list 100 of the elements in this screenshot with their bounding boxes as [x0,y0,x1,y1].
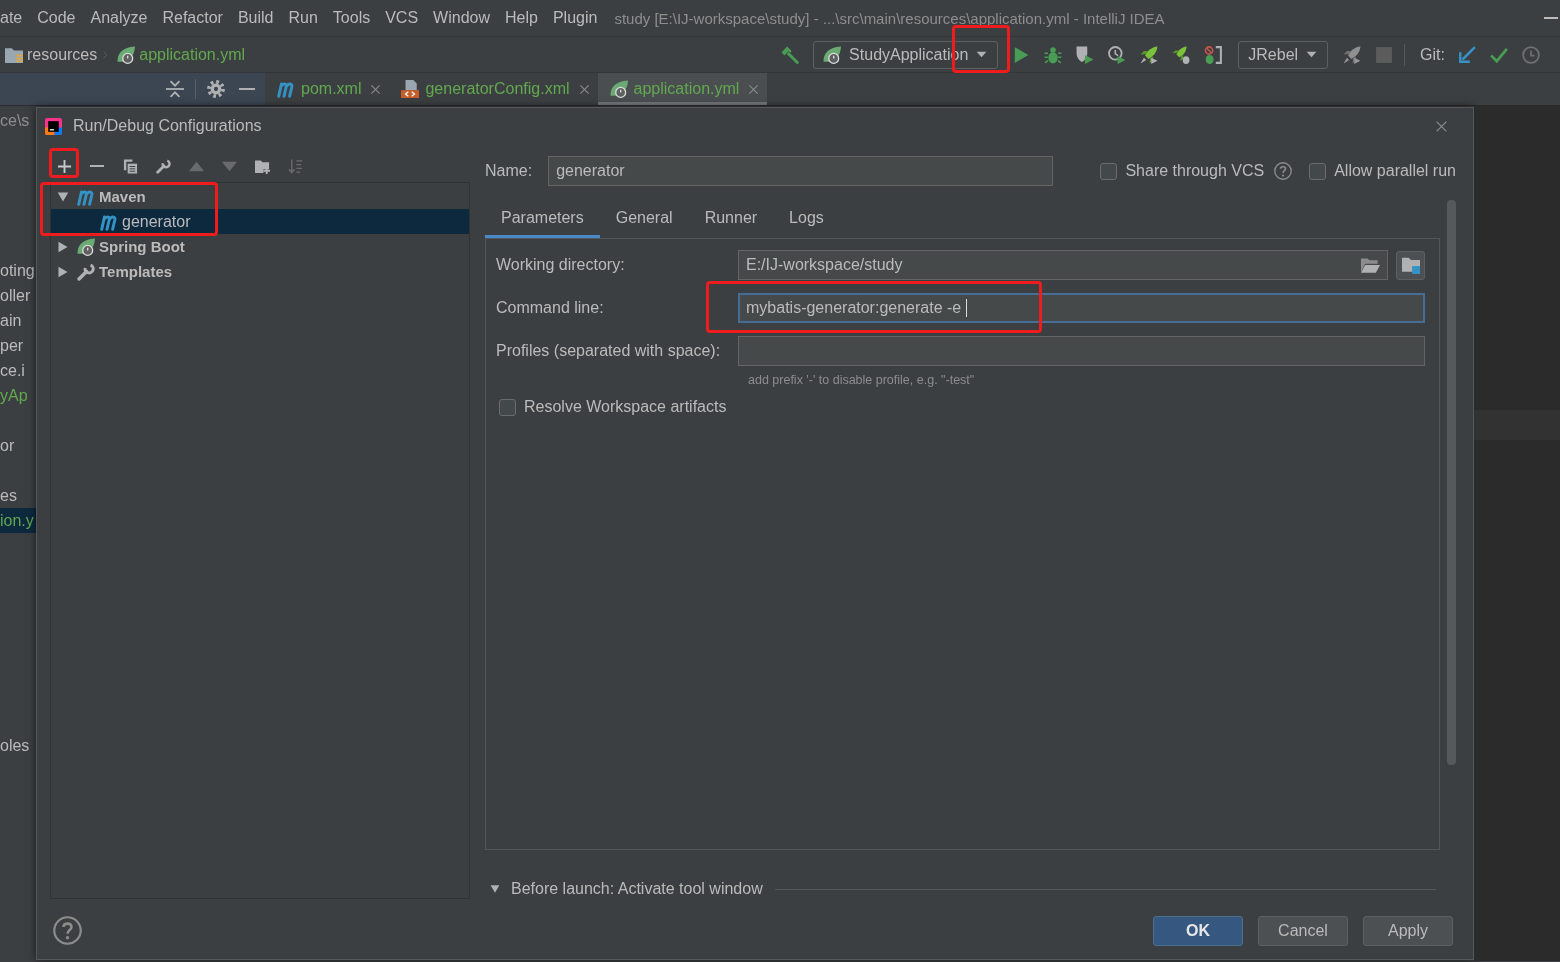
rocket-bug-icon [1172,45,1191,64]
letter-m-icon [100,212,118,231]
menu-item[interactable]: Code [37,8,76,28]
project-tree-row[interactable]: es [0,483,36,508]
field-label: Profiles (separated with space): [496,342,722,360]
tree-item[interactable]: Templates [51,259,469,284]
close-icon[interactable] [1435,119,1448,133]
dialog-button[interactable]: Apply [1363,916,1453,946]
breadcrumb[interactable]: application.yml [117,44,246,65]
menu-item[interactable]: Run [288,8,318,28]
text-field[interactable] [738,336,1425,366]
letter-m-icon [77,187,95,206]
file-name: per [0,336,24,355]
plus-icon [56,158,72,174]
file-name: oles [0,736,30,755]
minus-icon [90,165,104,167]
section-header[interactable]: Before launch: Activate tool window [511,880,763,898]
checkbox[interactable] [499,398,516,416]
close-icon[interactable] [370,83,382,95]
wrench-icon [77,262,95,281]
field-label: Name: [485,162,533,180]
file-name: oller [0,286,31,305]
triangle-right-icon[interactable] [57,240,69,253]
dialog-button[interactable]: OK [1153,916,1243,946]
text-field[interactable]: mybatis-generator:generate -e [738,293,1425,323]
close-icon[interactable] [748,83,760,95]
clock-play-icon [1108,45,1127,64]
dialog-title: Run/Debug Configurations [73,116,262,136]
tab[interactable]: Runner [688,200,774,238]
dialog-button[interactable]: Cancel [1258,916,1348,946]
help-icon[interactable] [1274,162,1293,180]
stop-icon [1375,45,1394,64]
editor-tab[interactable]: application.yml [597,73,768,105]
field-label: Working directory: [496,256,626,274]
leaf-icon [117,45,136,64]
name-field[interactable]: generator [548,156,1054,186]
triangle-right-icon[interactable] [57,265,69,278]
leaf-icon [609,80,628,98]
menu-item[interactable]: ate [0,8,23,28]
menu-item[interactable]: Window [433,8,490,28]
project-tree-row[interactable]: per [0,333,36,358]
bug-icon [1044,45,1063,64]
checkbox[interactable] [1100,162,1118,180]
project-tree-row[interactable]: oller [0,283,36,308]
triangle-down-icon[interactable] [57,190,69,203]
checkbox-label[interactable]: Allow parallel run [1334,162,1456,180]
menu-item[interactable]: Help [505,8,538,28]
window-title: study [E:\IJ-workspace\study] - ...\src\main\resources\application.yml - IntelliJ IDEA [614,9,1165,27]
breadcrumb[interactable]: resources [5,44,98,65]
tab[interactable]: General [599,200,689,238]
folder-plus-icon [254,158,270,174]
editor-tab[interactable]: pom.xml [265,73,390,105]
file-name: ain [0,311,22,330]
menu-item[interactable]: Plugin [552,8,598,28]
file-name: ce.i [0,361,25,380]
text-cursor [966,299,968,317]
check-icon [1490,45,1508,64]
menu-item[interactable]: Build [237,8,274,28]
checkbox-label[interactable]: Share through VCS [1125,162,1265,180]
arrow-down-left-icon [1458,45,1476,64]
scrollbar[interactable] [1447,200,1456,765]
checkbox[interactable] [1309,162,1327,180]
project-tree-row[interactable]: ain [0,308,36,333]
hammer-icon [781,45,800,64]
tab[interactable]: Logs [773,200,840,238]
bug-bracket-icon [1204,45,1223,64]
triangle-down-icon[interactable] [490,884,500,894]
git-label: Git: [1420,44,1445,65]
settings-icon[interactable] [207,80,225,98]
file-name: yAp [0,386,28,405]
shield-play-icon [1076,45,1095,64]
copy-icon [122,158,138,174]
close-icon[interactable] [578,83,590,95]
directory-field[interactable]: E:/IJ-workspace/study [738,250,1388,280]
project-tree-row[interactable]: yAp [0,383,36,408]
help-icon[interactable] [53,916,82,945]
tree-item[interactable]: generator [51,209,469,234]
project-tree-row[interactable]: ce.i [0,358,36,383]
tree-item[interactable]: Maven [51,184,469,209]
leaf-icon [823,45,842,64]
tree-item[interactable]: Spring Boot [51,234,469,259]
menu-item[interactable]: Tools [332,8,371,28]
collapse-all-icon[interactable] [166,80,184,98]
folder-icon[interactable] [1361,255,1380,275]
rocket-icon [1140,45,1159,64]
checkbox-label[interactable]: Resolve Workspace artifacts [524,398,727,416]
plugin-dropdown[interactable]: JRebel [1238,40,1329,69]
tab[interactable]: Parameters [485,200,600,238]
menu-item[interactable]: VCS [385,8,419,28]
letter-m-icon [277,80,295,98]
leaf-icon [77,237,95,256]
rocket-icon [1343,45,1362,64]
editor-tab[interactable]: generatorConfig.xml [389,73,598,105]
menu-item[interactable]: Analyze [90,8,148,28]
wrench-icon [155,158,171,174]
project-tree-row[interactable]: or [0,433,36,458]
menu-item[interactable]: Refactor [162,8,223,28]
project-tree-row[interactable]: oles [0,733,36,758]
hint-text: add prefix '-' to disable profile, e.g. "-test" [748,372,976,388]
browse-button[interactable] [1396,250,1425,280]
